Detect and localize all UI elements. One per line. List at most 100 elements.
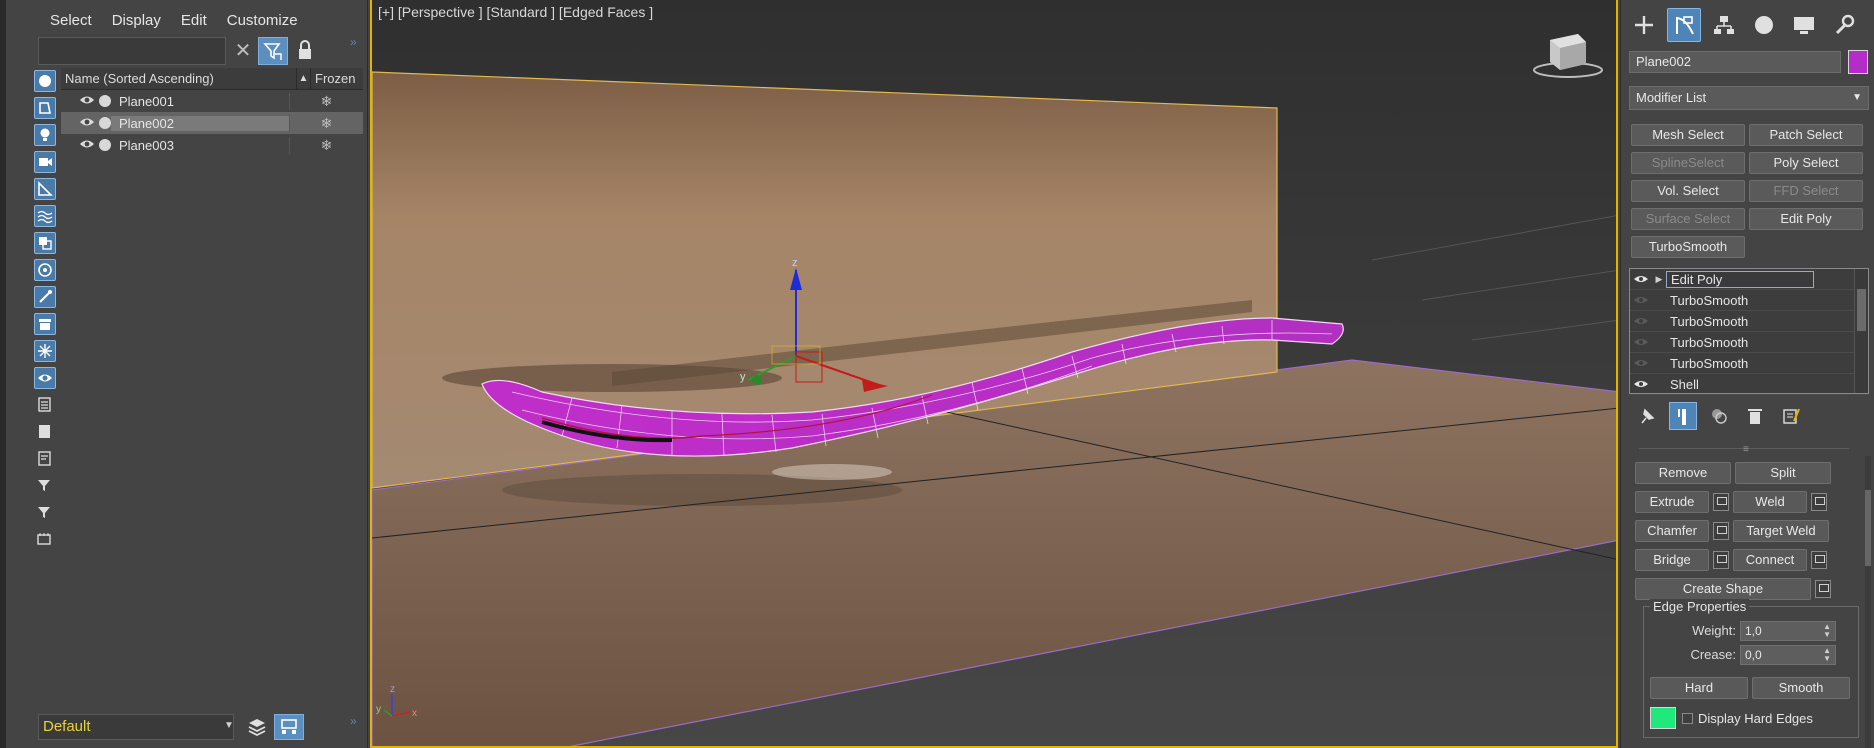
extrude-settings-icon[interactable] bbox=[1713, 493, 1729, 511]
stack-eye-icon[interactable] bbox=[1630, 314, 1652, 329]
modifier-stack[interactable]: ▶Edit Poly◁ TurboSmooth TurboSmooth TurboSm… bbox=[1629, 268, 1869, 395]
menu-select[interactable]: Select bbox=[40, 8, 102, 34]
viewport-label-menu[interactable]: [+] [Perspective ] [Standard ] [Edged Fa… bbox=[378, 4, 653, 20]
stack-item[interactable]: TurboSmooth bbox=[1630, 332, 1868, 353]
tree-row[interactable]: Plane001 ❄ bbox=[61, 90, 363, 112]
chamfer-button[interactable]: Chamfer bbox=[1635, 520, 1709, 542]
window-layout-icon[interactable] bbox=[34, 529, 56, 551]
stack-item-label[interactable]: TurboSmooth bbox=[1666, 293, 1748, 308]
stack-eye-icon[interactable] bbox=[1630, 377, 1652, 392]
layers-button[interactable] bbox=[244, 714, 270, 740]
stack-eye-icon[interactable] bbox=[1630, 356, 1652, 371]
chamfer-settings-icon[interactable] bbox=[1713, 522, 1729, 540]
menu-edit[interactable]: Edit bbox=[171, 8, 217, 34]
make-unique-button[interactable] bbox=[1705, 402, 1733, 430]
split-button[interactable]: Split bbox=[1735, 462, 1831, 484]
display-frozen-icon[interactable] bbox=[34, 340, 56, 362]
extrude-button[interactable]: Extrude bbox=[1635, 491, 1709, 513]
modifier-button-vol-select[interactable]: Vol. Select bbox=[1631, 180, 1745, 202]
display-bones-icon[interactable] bbox=[34, 286, 56, 308]
display-geometry-icon[interactable] bbox=[34, 70, 56, 92]
spinner-arrows-icon[interactable]: ▲ ▼ bbox=[1823, 647, 1831, 663]
show-end-result-button[interactable] bbox=[1669, 402, 1697, 430]
display-cameras-icon[interactable] bbox=[34, 151, 56, 173]
weight-spinner[interactable]: 1,0 ▲ ▼ bbox=[1740, 621, 1836, 641]
modifier-button-poly-select[interactable]: Poly Select bbox=[1749, 152, 1863, 174]
hard-edge-color-swatch[interactable] bbox=[1650, 707, 1676, 729]
scrollbar-thumb[interactable] bbox=[1865, 490, 1871, 566]
stack-eye-icon[interactable] bbox=[1630, 335, 1652, 350]
stack-eye-icon[interactable] bbox=[1630, 293, 1652, 308]
menu-display[interactable]: Display bbox=[102, 8, 171, 34]
column-name-header[interactable]: Name (Sorted Ascending) bbox=[61, 68, 297, 89]
object-color-swatch[interactable] bbox=[1848, 50, 1868, 74]
remove-modifier-button[interactable] bbox=[1741, 402, 1769, 430]
create-shape-settings-icon[interactable] bbox=[1815, 580, 1831, 598]
stack-item[interactable]: TurboSmooth bbox=[1630, 311, 1868, 332]
stack-item-label[interactable]: Shell bbox=[1666, 377, 1699, 392]
stack-item[interactable]: TurboSmooth bbox=[1630, 290, 1868, 311]
pin-stack-button[interactable] bbox=[1633, 402, 1661, 430]
scene-explorer-toggle-button[interactable] bbox=[274, 714, 304, 740]
modifier-list-dropdown[interactable]: Modifier List ▼ bbox=[1629, 86, 1869, 110]
modifier-button-ffd-select[interactable]: FFD Select bbox=[1749, 180, 1863, 202]
chevron-down-icon[interactable]: ▼ bbox=[224, 720, 234, 731]
modifier-button-mesh-select[interactable]: Mesh Select bbox=[1631, 124, 1745, 146]
render-toggle-icon[interactable] bbox=[99, 117, 111, 129]
tab-modify[interactable] bbox=[1667, 8, 1701, 42]
render-toggle-icon[interactable] bbox=[99, 95, 111, 107]
spinner-arrows-icon[interactable]: ▲ ▼ bbox=[1823, 623, 1831, 639]
hard-button[interactable]: Hard bbox=[1650, 677, 1748, 699]
visibility-eye-icon[interactable] bbox=[79, 138, 95, 153]
target-weld-button[interactable]: Target Weld bbox=[1733, 520, 1829, 542]
filter-icon[interactable] bbox=[34, 502, 56, 524]
weld-settings-icon[interactable] bbox=[1811, 493, 1827, 511]
modifier-button-turbosmooth[interactable]: TurboSmooth bbox=[1631, 236, 1745, 258]
connect-settings-icon[interactable] bbox=[1811, 551, 1827, 569]
display-helpers-icon[interactable] bbox=[34, 178, 56, 200]
stack-item[interactable]: ▶Edit Poly◁ bbox=[1630, 269, 1868, 290]
panel-scrollbar[interactable] bbox=[1865, 456, 1871, 748]
bridge-button[interactable]: Bridge bbox=[1635, 549, 1709, 571]
tab-create[interactable] bbox=[1627, 8, 1661, 42]
scrollbar-thumb[interactable] bbox=[1857, 289, 1866, 331]
modifier-button-edit-poly[interactable]: Edit Poly bbox=[1749, 208, 1863, 230]
clear-search-icon[interactable]: ✕ bbox=[230, 37, 256, 65]
search-input[interactable] bbox=[38, 37, 226, 65]
stack-item-label[interactable]: TurboSmooth bbox=[1666, 335, 1748, 350]
lock-button[interactable] bbox=[292, 37, 318, 65]
configure-modifier-sets-button[interactable] bbox=[1777, 402, 1805, 430]
frozen-snowflake-icon[interactable]: ❄ bbox=[289, 136, 363, 154]
tab-utilities[interactable] bbox=[1827, 8, 1861, 42]
visibility-eye-icon[interactable] bbox=[79, 116, 95, 131]
expand-chevron-icon[interactable]: » bbox=[350, 714, 357, 728]
object-name[interactable]: Plane002 bbox=[111, 115, 289, 131]
render-toggle-icon[interactable] bbox=[99, 139, 111, 151]
modifier-button-patch-select[interactable]: Patch Select bbox=[1749, 124, 1863, 146]
layer-dropdown[interactable]: Default bbox=[38, 714, 234, 740]
visibility-eye-icon[interactable] bbox=[79, 94, 95, 109]
stack-eye-icon[interactable] bbox=[1630, 272, 1652, 287]
display-groups-icon[interactable] bbox=[34, 232, 56, 254]
stack-item[interactable]: Shell⁘ bbox=[1630, 374, 1868, 395]
stack-item-label[interactable]: Edit Poly bbox=[1666, 270, 1814, 288]
tab-hierarchy[interactable] bbox=[1707, 8, 1741, 42]
bridge-settings-icon[interactable] bbox=[1713, 551, 1729, 569]
frozen-snowflake-icon[interactable]: ❄ bbox=[289, 114, 363, 132]
stack-item-label[interactable]: TurboSmooth bbox=[1666, 314, 1748, 329]
display-lights-icon[interactable] bbox=[34, 124, 56, 146]
display-containers-icon[interactable] bbox=[34, 313, 56, 335]
modifier-stack-scrollbar[interactable] bbox=[1854, 269, 1868, 393]
display-spacewarps-icon[interactable] bbox=[34, 205, 56, 227]
column-frozen-header[interactable]: Frozen bbox=[311, 68, 363, 89]
select-all-icon[interactable] bbox=[34, 394, 56, 416]
modifier-button-surface-select[interactable]: Surface Select bbox=[1631, 208, 1745, 230]
tree-row[interactable]: Plane003 ❄ bbox=[61, 134, 363, 156]
filter-settings-icon[interactable] bbox=[34, 475, 56, 497]
object-name[interactable]: Plane003 bbox=[111, 138, 289, 153]
filter-toggle-button[interactable] bbox=[258, 37, 288, 65]
connect-button[interactable]: Connect bbox=[1733, 549, 1807, 571]
remove-button[interactable]: Remove bbox=[1635, 462, 1731, 484]
stack-item[interactable]: TurboSmooth bbox=[1630, 353, 1868, 374]
stack-item-label[interactable]: TurboSmooth bbox=[1666, 356, 1748, 371]
